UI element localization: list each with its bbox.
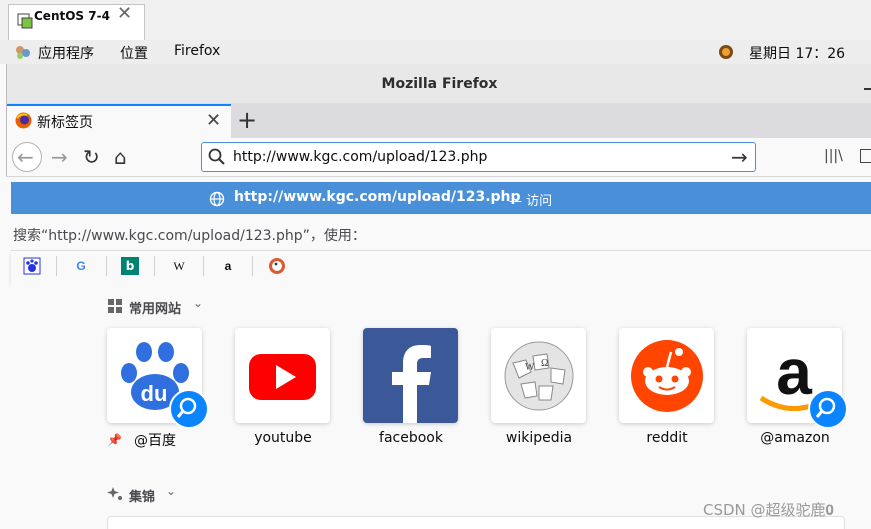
reload-button[interactable]: ↻ — [83, 146, 100, 168]
separator — [252, 256, 253, 276]
forward-button[interactable]: → — [51, 146, 68, 168]
globe-icon — [209, 191, 225, 207]
magnifier-icon — [176, 397, 197, 418]
top-sites-icon — [108, 299, 122, 313]
highlights-heading[interactable]: 集锦 — [129, 486, 155, 505]
watermark: CSDN @超级驼鹿𝟎 — [703, 501, 834, 519]
bing-icon[interactable]: b — [121, 257, 139, 275]
applications-menu[interactable]: 应用程序 — [38, 43, 94, 63]
home-button[interactable]: ⌂ — [114, 146, 127, 168]
top-site-label: @百度 — [134, 433, 176, 449]
top-site-tile-wikipedia[interactable]: W Ω — [491, 328, 586, 423]
wikipedia-icon: W Ω — [504, 341, 574, 411]
svg-text:a: a — [776, 336, 812, 408]
svg-text:du: du — [141, 381, 168, 406]
new-tab-button[interactable]: + — [237, 106, 257, 134]
search-with-text: 搜索“http://www.kgc.com/upload/123.php”，使用… — [13, 228, 366, 244]
google-icon[interactable]: G — [72, 257, 90, 275]
url-input[interactable]: http://www.kgc.com/upload/123.php — [233, 149, 487, 165]
amazon-icon[interactable]: a — [219, 257, 237, 275]
firefox-menu[interactable]: Firefox — [174, 43, 220, 59]
window-titlebar: Mozilla Firefox — [6, 64, 871, 103]
top-site-tile-reddit[interactable] — [619, 328, 714, 423]
suggestion-url: http://www.kgc.com/upload/123.php — [234, 189, 521, 205]
clock[interactable]: 星期日 17：26 — [749, 43, 845, 63]
top-site-tile-facebook[interactable] — [363, 328, 458, 423]
duckduckgo-icon[interactable] — [268, 257, 286, 275]
separator — [203, 256, 204, 276]
youtube-icon — [249, 354, 316, 400]
top-site-label: wikipedia — [505, 430, 573, 446]
separator — [154, 256, 155, 276]
top-site-tile-youtube[interactable] — [235, 328, 330, 423]
reddit-icon — [631, 340, 703, 412]
library-icon[interactable]: |||\ — [824, 148, 843, 164]
baidu-icon[interactable] — [23, 257, 41, 275]
sidebar-icon[interactable] — [860, 149, 871, 163]
search-shortcut-badge — [808, 389, 848, 429]
vm-icon — [17, 13, 33, 29]
chevron-down-icon[interactable]: ⌄ — [166, 484, 176, 498]
places-menu[interactable]: 位置 — [120, 43, 148, 63]
top-sites-heading[interactable]: 常用网站 — [129, 298, 181, 317]
go-arrow-icon[interactable]: → — [731, 146, 748, 168]
applications-icon — [16, 46, 30, 59]
tab-label: 新标签页 — [37, 115, 93, 131]
separator — [56, 256, 57, 276]
facebook-icon — [392, 345, 431, 423]
top-site-label: reddit — [646, 430, 688, 446]
svg-text:W: W — [525, 362, 535, 373]
suggestion-action: — 访问 — [509, 194, 553, 209]
status-icon[interactable] — [718, 44, 734, 60]
firefox-icon — [15, 112, 32, 129]
window-title: Mozilla Firefox — [381, 76, 498, 92]
minimize-icon[interactable] — [864, 88, 871, 90]
top-site-label: @amazon — [760, 430, 830, 446]
tab-close-button[interactable]: ✕ — [206, 110, 221, 131]
back-arrow-icon: ← — [17, 145, 34, 169]
search-engine-bar — [11, 250, 871, 283]
top-site-label: youtube — [254, 430, 312, 446]
wikipedia-icon[interactable]: W — [170, 257, 188, 275]
vm-tab-title: CentOS 7-4 — [34, 9, 110, 23]
search-shortcut-badge — [169, 389, 209, 429]
vm-tab-close-button[interactable]: ✕ — [117, 5, 132, 23]
search-icon — [208, 148, 225, 165]
separator — [106, 256, 107, 276]
svg-text:Ω: Ω — [541, 358, 548, 369]
chevron-down-icon[interactable]: ⌄ — [193, 296, 203, 310]
highlights-icon — [107, 487, 122, 500]
magnifier-icon — [815, 397, 836, 418]
top-site-label: facebook — [379, 430, 443, 446]
